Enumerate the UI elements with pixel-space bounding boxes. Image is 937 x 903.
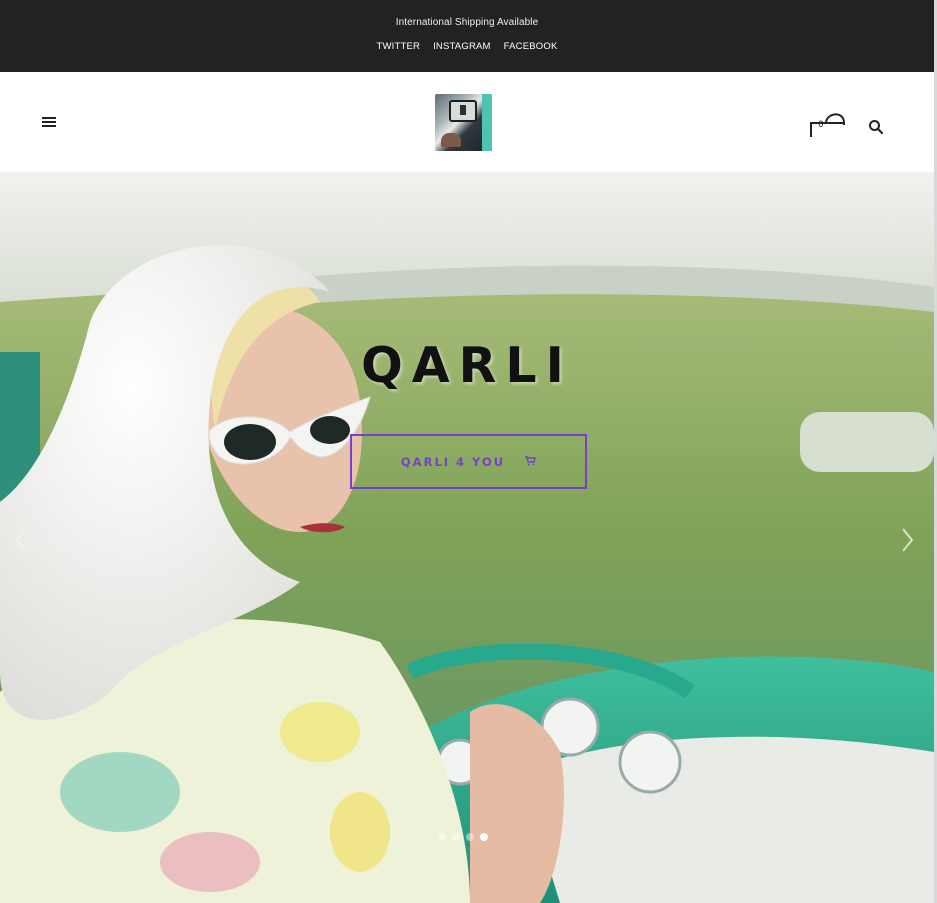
slider-dots xyxy=(438,833,488,841)
twitter-link[interactable]: TWITTER xyxy=(376,41,420,52)
hero-headline: QARLI xyxy=(361,337,573,394)
slide-dot-3[interactable] xyxy=(466,833,474,841)
social-links: TWITTER INSTAGRAM FACEBOOK xyxy=(0,41,934,52)
hero-photo xyxy=(0,172,934,903)
cart-icon xyxy=(525,455,537,469)
hero-slider: QARLI QARLI 4 YOU xyxy=(0,172,934,903)
announcement-bar: International Shipping Available TWITTER… xyxy=(0,0,934,72)
cart-icon xyxy=(810,113,845,137)
chevron-right-icon[interactable] xyxy=(899,527,915,553)
cart-button[interactable]: 0 xyxy=(808,107,848,139)
site-logo[interactable] xyxy=(435,94,492,151)
slide-dot-2[interactable] xyxy=(452,833,460,841)
site-header: 0 xyxy=(0,72,934,172)
facebook-link[interactable]: FACEBOOK xyxy=(504,41,558,52)
slide-dot-1[interactable] xyxy=(438,833,446,841)
slide-dot-4[interactable] xyxy=(480,833,488,841)
chevron-left-icon[interactable] xyxy=(14,527,30,553)
hero-cta-label: QARLI 4 YOU xyxy=(400,454,506,469)
cart-count: 0 xyxy=(818,120,824,130)
hero-cta-button[interactable]: QARLI 4 YOU xyxy=(350,434,587,489)
instagram-link[interactable]: INSTAGRAM xyxy=(433,41,491,52)
search-icon[interactable] xyxy=(868,119,884,135)
shipping-notice: International Shipping Available xyxy=(395,17,539,28)
hamburger-icon[interactable] xyxy=(42,117,56,127)
